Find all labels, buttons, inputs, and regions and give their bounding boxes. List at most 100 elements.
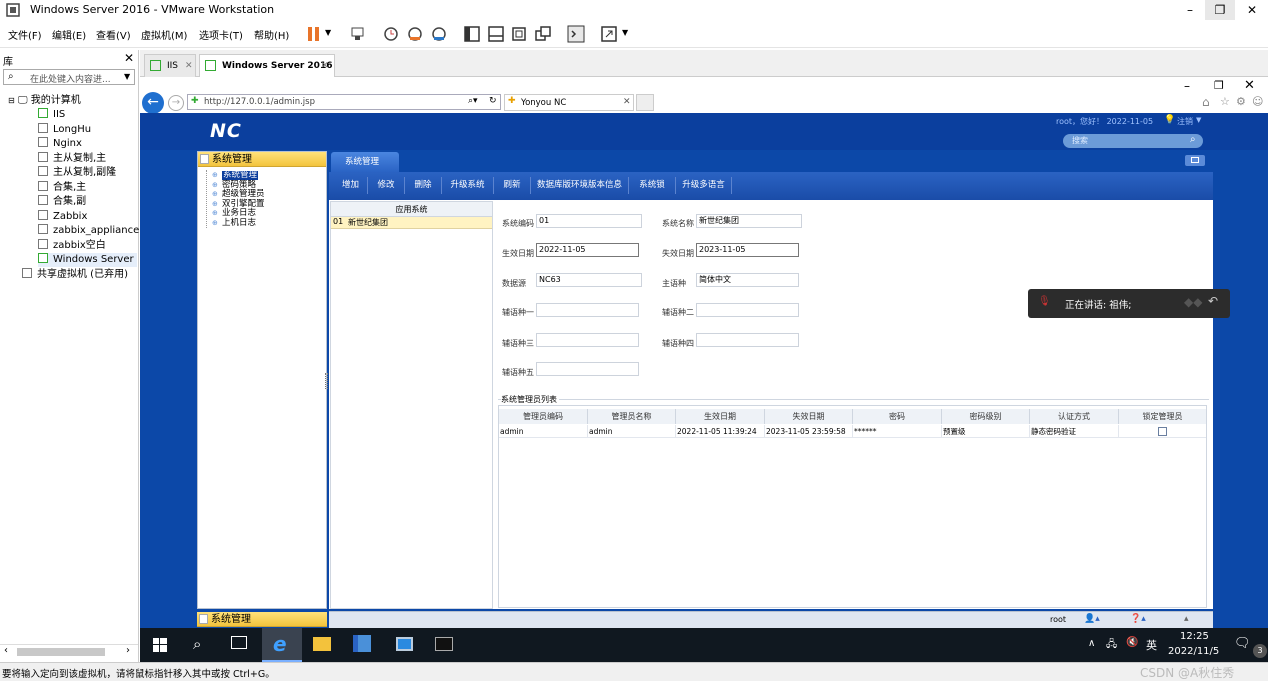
aux-language-2-field[interactable] — [696, 303, 799, 317]
search-icon[interactable]: ⌕ — [1190, 134, 1196, 145]
refresh-button[interactable]: 刷新 — [494, 177, 531, 194]
tree-item-business-log[interactable]: 业务日志 — [222, 209, 256, 218]
ie-restore-icon[interactable]: ❐ — [1214, 79, 1224, 92]
thumbnail-bar-icon[interactable] — [487, 25, 505, 43]
windows-start-icon[interactable] — [153, 638, 167, 652]
search-icon[interactable]: ⌕▾ — [468, 96, 478, 106]
db-version-info-button[interactable]: 数据库版环境版本信息 — [531, 177, 629, 194]
collapse-up-icon[interactable]: ▴ — [1184, 614, 1189, 624]
back-button[interactable]: ← — [142, 92, 164, 114]
menu-vm[interactable]: 虚拟机(M) — [141, 27, 187, 42]
library-scrollbar[interactable]: ‹ › — [0, 644, 138, 658]
network-icon[interactable]: 🖧 — [1106, 637, 1117, 654]
new-tab-button[interactable] — [636, 94, 654, 111]
library-item-nginx[interactable]: Nginx — [38, 137, 82, 151]
library-root[interactable]: ⊟ 🖵 我的计算机 — [8, 94, 81, 108]
library-shared-vms[interactable]: 共享虚拟机 (已弃用) — [22, 268, 128, 282]
clock-time[interactable]: 12:25 — [1180, 631, 1209, 642]
library-item-windows-server[interactable]: Windows Server 2 — [38, 253, 137, 267]
library-item-zabbix[interactable]: Zabbix — [38, 210, 87, 224]
system-lock-button[interactable]: 系统锁 — [629, 177, 676, 194]
show-library-icon[interactable] — [463, 25, 481, 43]
menu-file[interactable]: 文件(F) — [8, 27, 42, 42]
aux-language-4-field[interactable] — [696, 333, 799, 347]
ie-taskbar-button[interactable]: e — [262, 628, 302, 662]
send-ctrl-alt-del-icon[interactable] — [349, 25, 367, 43]
edit-button[interactable]: 修改 — [368, 177, 405, 194]
restore-button[interactable]: ❐ — [1205, 0, 1235, 20]
scroll-thumb[interactable] — [17, 648, 105, 656]
menu-tabs[interactable]: 选项卡(T) — [199, 27, 243, 42]
pause-icon[interactable] — [305, 25, 323, 43]
scroll-left-icon[interactable]: ‹ — [4, 645, 8, 656]
maximize-panel-icon[interactable] — [1185, 155, 1205, 166]
library-item-set-slave[interactable]: 合集,副 — [38, 195, 86, 209]
library-item-iis[interactable]: IIS — [38, 108, 65, 122]
snapshot-icon[interactable] — [382, 25, 400, 43]
col-admin-code[interactable]: 管理员编码 — [499, 409, 588, 424]
upgrade-system-button[interactable]: 升级系统 — [442, 177, 494, 194]
left-panel-footer[interactable]: 系统管理 — [197, 612, 327, 627]
sys-code-field[interactable]: 01 — [536, 214, 642, 228]
clock-date[interactable]: 2022/11/5 — [1168, 646, 1219, 657]
tab-close-icon[interactable]: ✕ — [321, 55, 329, 77]
splitter-handle[interactable] — [325, 373, 328, 389]
refresh-icon[interactable]: ↻ — [489, 96, 497, 106]
tree-item-super-admin[interactable]: 超级管理员 — [222, 190, 265, 199]
library-item-set-master[interactable]: 合集,主 — [38, 181, 86, 195]
file-explorer-icon[interactable] — [313, 637, 331, 651]
col-auth-method[interactable]: 认证方式 — [1030, 409, 1119, 424]
tree-item-system[interactable]: 系统管理 — [222, 171, 259, 180]
unity-icon[interactable] — [534, 25, 552, 43]
browser-tab-close-icon[interactable]: ✕ — [623, 97, 631, 107]
datasource-field[interactable]: NC63 — [536, 273, 642, 287]
close-window-button[interactable]: ✕ — [1237, 0, 1267, 20]
volume-muted-icon[interactable]: 🔇 — [1126, 637, 1138, 648]
col-end-date[interactable]: 失效日期 — [765, 409, 853, 424]
library-item-slave[interactable]: 主从复制,副隆 — [38, 166, 116, 180]
library-item-zabbix-blank[interactable]: zabbix空白 — [38, 239, 106, 253]
col-password[interactable]: 密码 — [853, 409, 942, 424]
console-view-icon[interactable] — [567, 25, 585, 43]
upgrade-language-button[interactable]: 升级多语言 — [676, 177, 732, 194]
notification-icon[interactable]: 🗨 — [1234, 636, 1251, 651]
settings-gear-icon[interactable]: ⚙ — [1236, 95, 1246, 108]
search-icon[interactable]: ⌕ — [193, 635, 201, 653]
command-prompt-icon[interactable] — [435, 637, 453, 651]
undo-arrow-icon[interactable]: ↶ — [1208, 294, 1218, 308]
col-lock-admin[interactable]: 锁定管理员 — [1119, 409, 1206, 424]
snapshot-manager-icon[interactable] — [430, 25, 448, 43]
add-button[interactable]: 增加 — [334, 177, 368, 194]
library-item-master[interactable]: 主从复制,主 — [38, 152, 106, 166]
remote-desktop-icon[interactable] — [396, 637, 413, 651]
tree-item-login-log[interactable]: 上机日志 — [222, 219, 256, 228]
favorites-star-icon[interactable]: ☆ — [1220, 95, 1230, 108]
search-dropdown-icon[interactable]: ▼ — [124, 72, 130, 81]
browser-tab[interactable]: ✚ Yonyou NC ✕ — [504, 94, 634, 111]
tray-expand-icon[interactable]: ∧ — [1088, 638, 1095, 649]
task-view-icon[interactable] — [231, 636, 247, 649]
ie-minimize-icon[interactable]: – — [1184, 79, 1190, 93]
apps-list-row[interactable]: 01 新世纪集团 — [331, 217, 492, 229]
col-password-level[interactable]: 密码级别 — [942, 409, 1030, 424]
nc-search-input[interactable]: 搜索 ⌕ — [1063, 134, 1203, 148]
smiley-feedback-icon[interactable]: ☺ — [1252, 95, 1263, 108]
menu-edit[interactable]: 编辑(E) — [52, 27, 86, 42]
scroll-right-icon[interactable]: › — [126, 645, 130, 656]
stretch-icon[interactable] — [600, 25, 618, 43]
forward-button[interactable]: → — [168, 95, 184, 111]
ime-indicator[interactable]: 英 — [1146, 637, 1157, 653]
help-icon[interactable]: ❓▴ — [1130, 614, 1146, 624]
ie-close-icon[interactable]: ✕ — [1244, 78, 1255, 93]
col-start-date[interactable]: 生效日期 — [676, 409, 765, 424]
sys-name-field[interactable]: 新世纪集团 — [696, 214, 802, 228]
left-panel-header[interactable]: 系统管理 — [198, 152, 326, 167]
tab-close-icon[interactable]: ✕ — [185, 55, 193, 77]
delete-button[interactable]: 删除 — [405, 177, 442, 194]
lock-admin-checkbox[interactable] — [1158, 427, 1167, 436]
main-language-field[interactable]: 简体中文 — [696, 273, 799, 287]
library-search[interactable]: ⌕ 在此处键入内容进... ▼ — [3, 69, 135, 85]
full-screen-icon[interactable] — [510, 25, 528, 43]
logout-link[interactable]: 注销 — [1177, 116, 1193, 127]
user-menu-icon[interactable]: 👤▴ — [1084, 614, 1100, 624]
